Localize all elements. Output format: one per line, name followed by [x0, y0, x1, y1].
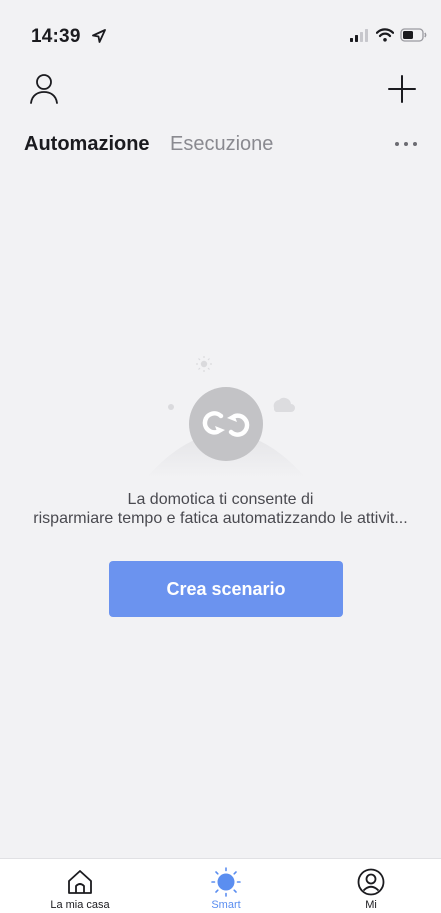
- scene-tabs: Automazione Esecuzione: [0, 128, 441, 160]
- status-icons: [350, 27, 427, 43]
- ellipsis-icon[interactable]: [395, 137, 417, 151]
- nav-tab-me[interactable]: Mi: [321, 859, 421, 913]
- tab-esecuzione[interactable]: Esecuzione: [170, 132, 273, 156]
- bottom-tab-bar: La mia casa Smart Mi: [0, 858, 441, 913]
- wifi-icon: [376, 28, 394, 42]
- top-bar: [0, 70, 441, 114]
- sun-icon: [211, 867, 241, 897]
- tab-automazione[interactable]: Automazione: [24, 132, 150, 156]
- cellular-signal-icon: [350, 28, 368, 42]
- status-time-text: 14:39: [31, 26, 81, 47]
- nav-tab-home[interactable]: La mia casa: [30, 859, 130, 913]
- status-bar: 14:39: [0, 0, 441, 52]
- profile-icon[interactable]: [28, 72, 60, 106]
- ellipsis-dot: [404, 142, 408, 146]
- location-arrow-icon: [92, 29, 106, 43]
- create-scenario-button[interactable]: Crea scenario: [109, 561, 343, 617]
- home-icon: [68, 870, 92, 894]
- empty-message-line2: risparmiare tempo e fatica automatizzand…: [33, 510, 408, 527]
- nav-label-smart: Smart: [211, 899, 241, 911]
- battery-icon: [400, 28, 427, 42]
- ellipsis-dot: [395, 142, 399, 146]
- empty-message-line1: La domotica ti consente di: [127, 491, 314, 508]
- empty-state-message: La domotica ti consente di risparmiare t…: [0, 490, 441, 528]
- automation-loop-icon: [146, 356, 306, 478]
- smart-screen: 14:39 Automazione Esecuzione La domotica…: [0, 0, 441, 913]
- nav-label-me: Mi: [365, 899, 377, 911]
- plus-icon[interactable]: [385, 72, 419, 106]
- user-circle-icon: [357, 868, 385, 896]
- nav-tab-smart[interactable]: Smart: [176, 859, 276, 913]
- status-time: 14:39: [31, 26, 106, 48]
- nav-label-home: La mia casa: [50, 899, 110, 911]
- ellipsis-dot: [413, 142, 417, 146]
